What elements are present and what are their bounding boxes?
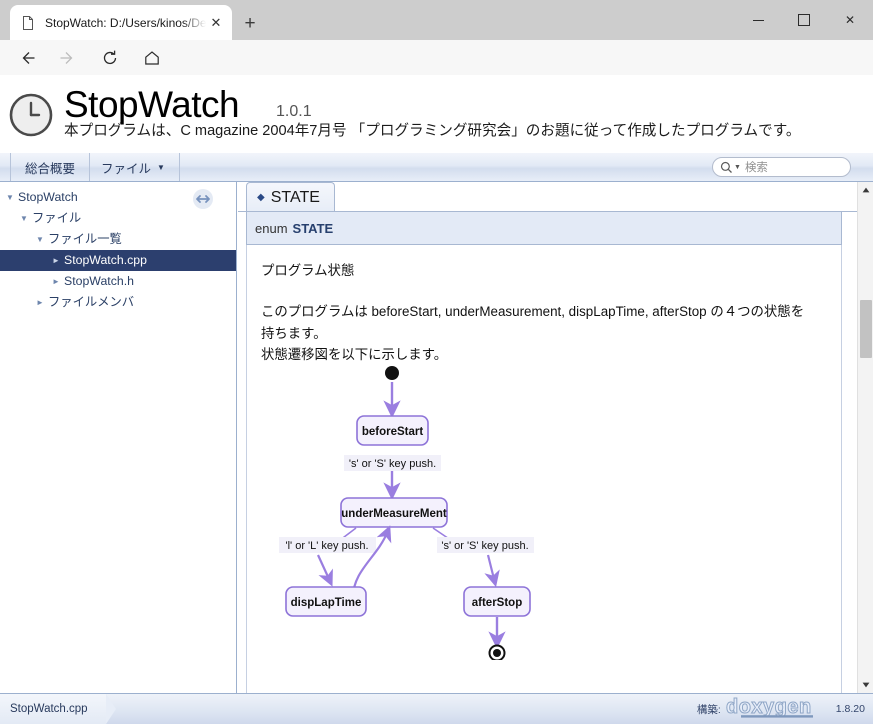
browser-window: StopWatch: D:/Users/kinos/Deskt ✕ + ✕ ファ… xyxy=(0,0,873,724)
svg-text:afterStop: afterStop xyxy=(472,597,522,609)
svg-text:'s' or 'S' key push.: 's' or 'S' key push. xyxy=(441,540,528,552)
page-icon xyxy=(20,15,36,31)
sidebar-item-stopwatch[interactable]: ▼ StopWatch xyxy=(0,187,236,208)
svg-text:dispLapTime: dispLapTime xyxy=(291,597,362,609)
home-icon[interactable] xyxy=(141,47,163,69)
arrow-left-icon[interactable] xyxy=(16,47,38,69)
member-documentation: プログラム状態 このプログラムは beforeStart, underMeasu… xyxy=(246,245,842,693)
doc-paragraph: このプログラムは beforeStart, underMeasurement, … xyxy=(261,301,825,366)
page-body: ▼ StopWatch ▼ ファイル ▼ ファイル一覧 ► StopWatch.… xyxy=(0,182,873,693)
breadcrumb-item[interactable]: StopWatch.cpp xyxy=(0,694,116,724)
state-transition-diagram: beforeStart 's' or 'S' key push. underMe… xyxy=(261,365,561,665)
tree-root: ▼ StopWatch ▼ ファイル ▼ ファイル一覧 ► StopWatch.… xyxy=(0,182,236,313)
search-icon xyxy=(720,161,733,174)
sidebar-item-label: ファイル一覧 xyxy=(48,232,122,246)
breadcrumb: StopWatch.cpp xyxy=(0,694,116,724)
search-placeholder: 検索 xyxy=(744,162,768,174)
doxygen-logo[interactable]: doxygen xyxy=(725,695,832,723)
chevron-down-icon[interactable]: ▼ xyxy=(2,187,18,208)
member-title: ◆ STATE xyxy=(246,182,335,212)
browser-tab-strip: StopWatch: D:/Users/kinos/Deskt ✕ + ✕ xyxy=(0,0,873,40)
sidebar-item-label: ファイル xyxy=(32,211,82,225)
chevron-right-icon[interactable]: ► xyxy=(48,250,64,271)
close-window-icon[interactable]: ✕ xyxy=(827,0,873,40)
tab-overview[interactable]: 総合概要 xyxy=(10,153,91,181)
sidebar-item-file-list[interactable]: ▼ ファイル一覧 xyxy=(0,229,236,250)
maximize-icon[interactable] xyxy=(781,0,827,40)
reload-icon[interactable] xyxy=(99,47,121,69)
doc-heading: プログラム状態 xyxy=(261,263,355,278)
scrollbar-thumb[interactable] xyxy=(860,300,872,358)
project-brief: 本プログラムは、C magazine 2004年7月号 「プログラミング研究会」… xyxy=(64,123,801,139)
scroll-down-arrow[interactable] xyxy=(858,677,873,693)
doxygen-page: StopWatch 1.0.1 本プログラムは、C magazine 2004年… xyxy=(0,75,873,724)
chevron-down-icon[interactable]: ▼ xyxy=(16,208,32,229)
doc-paragraph-line1: このプログラムは beforeStart, underMeasurement, … xyxy=(261,304,805,319)
tab-files[interactable]: ファイル ▼ xyxy=(87,153,180,181)
content-pane: ◆ STATE enum STATE プログラム状態 このプログラムは befo… xyxy=(238,182,859,693)
chevron-right-icon[interactable]: ► xyxy=(48,271,64,292)
doc-paragraph-line3: 状態遷移図を以下に示します。 xyxy=(261,347,448,363)
tab-overview-label: 総合概要 xyxy=(25,161,76,176)
chevron-down-icon[interactable]: ▼ xyxy=(734,164,741,171)
chevron-down-icon[interactable]: ▼ xyxy=(32,229,48,250)
diagram-start-node xyxy=(385,366,399,380)
sidebar-item-stopwatch-cpp[interactable]: ► StopWatch.cpp xyxy=(0,250,236,271)
doxygen-version: 1.8.20 xyxy=(835,703,865,715)
close-icon[interactable]: ✕ xyxy=(206,13,226,33)
sidebar-item-label: ファイルメンバ xyxy=(48,295,135,309)
minimize-icon[interactable] xyxy=(735,0,781,40)
chevron-right-icon[interactable]: ► xyxy=(32,292,48,313)
sidebar-item-stopwatch-h[interactable]: ► StopWatch.h xyxy=(0,271,236,292)
svg-text:underMeasureMent: underMeasureMent xyxy=(341,508,447,520)
window-controls: ✕ xyxy=(735,0,873,40)
member-prototype: enum STATE xyxy=(246,212,842,245)
built-by-label: 構築: xyxy=(696,703,721,716)
tab-files-label: ファイル xyxy=(101,161,152,176)
chevron-down-icon: ▼ xyxy=(157,162,165,172)
scroll-up-arrow[interactable] xyxy=(858,182,873,198)
sidebar-navtree: ▼ StopWatch ▼ ファイル ▼ ファイル一覧 ► StopWatch.… xyxy=(0,182,237,693)
sidebar-item-label: StopWatch.cpp xyxy=(64,253,147,267)
browser-tab-title: StopWatch: D:/Users/kinos/Deskt xyxy=(45,15,206,30)
stopwatch-logo xyxy=(8,92,54,138)
enum-keyword: enum xyxy=(255,220,288,236)
diamond-bullet-icon: ◆ xyxy=(257,192,265,203)
enum-name: STATE xyxy=(292,220,334,236)
search-input[interactable]: ▼ 検索 xyxy=(712,157,851,177)
svg-text:'s' or 'S' key push.: 's' or 'S' key push. xyxy=(349,458,436,470)
sidebar-item-file-members[interactable]: ► ファイルメンバ xyxy=(0,292,236,313)
footer-generator: 構築: doxygen 1.8.20 xyxy=(697,694,865,724)
arrow-right-icon xyxy=(57,47,79,69)
sidebar-item-label: StopWatch xyxy=(18,190,78,204)
project-title-area: StopWatch 1.0.1 本プログラムは、C magazine 2004年… xyxy=(0,75,873,153)
svg-text:beforeStart: beforeStart xyxy=(362,426,424,438)
browser-tab[interactable]: StopWatch: D:/Users/kinos/Deskt ✕ xyxy=(10,5,232,40)
browser-toolbar: ファイル D:/Users/kinos/Desktop/StopWatch/do… xyxy=(0,40,873,112)
main-nav-bar: 総合概要 ファイル ▼ ▼ 検索 xyxy=(0,153,873,182)
svg-text:doxygen: doxygen xyxy=(726,696,812,718)
breadcrumb-label: StopWatch.cpp xyxy=(10,703,88,715)
new-tab-button[interactable]: + xyxy=(238,11,262,35)
sidebar-item-files[interactable]: ▼ ファイル xyxy=(0,208,236,229)
member-title-label: STATE xyxy=(270,188,320,206)
svg-text:'l' or 'L' key push.: 'l' or 'L' key push. xyxy=(286,540,369,552)
page-footer: StopWatch.cpp 構築: doxygen 1.8.20 xyxy=(0,693,873,724)
sidebar-item-label: StopWatch.h xyxy=(64,274,134,288)
doc-paragraph-line2: 持ちます。 xyxy=(261,325,327,341)
content-scrollbar[interactable] xyxy=(857,182,873,693)
